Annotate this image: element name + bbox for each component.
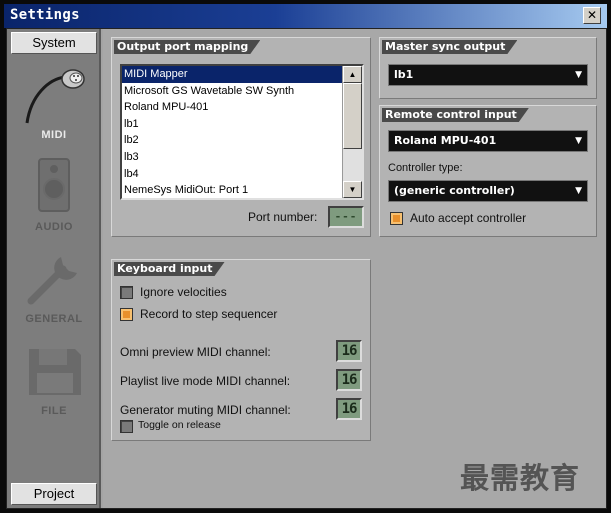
toggle-release-checkbox[interactable] <box>120 420 133 433</box>
omni-channel-display[interactable]: 16 <box>336 340 362 362</box>
list-item[interactable]: lb2 <box>122 132 362 149</box>
port-number-label: Port number: <box>248 210 318 224</box>
remote-control-title: Remote control input <box>382 108 529 122</box>
chevron-down-icon: ▼ <box>575 186 582 196</box>
window-body: System MIDI AUDIO GENERAL FILE Project O… <box>6 28 607 509</box>
list-item[interactable]: Roland MPU-401 <box>122 99 362 116</box>
project-button[interactable]: Project <box>11 483 97 505</box>
generator-channel-label: Generator muting MIDI channel: <box>120 403 291 417</box>
scroll-down-icon[interactable]: ▼ <box>343 181 362 198</box>
remote-control-panel: Remote control input Roland MPU-401 ▼ Co… <box>379 105 597 237</box>
port-number-display[interactable]: --- <box>328 206 364 228</box>
remote-input-value: Roland MPU-401 <box>394 134 497 147</box>
list-scrollbar[interactable]: ▲ ▼ <box>342 66 362 198</box>
sidebar-item-audio[interactable]: AUDIO <box>7 151 101 235</box>
list-item[interactable]: lb3 <box>122 149 362 166</box>
watermark-text: 最需教育 <box>460 461 581 495</box>
sidebar-item-label: MIDI <box>41 129 67 141</box>
ignore-velocities-label: Ignore velocities <box>140 285 227 299</box>
auto-accept-label: Auto accept controller <box>410 211 527 225</box>
category-sidebar: System MIDI AUDIO GENERAL FILE Project <box>7 29 101 508</box>
list-item[interactable]: MIDI Mapper <box>122 66 362 83</box>
scroll-up-icon[interactable]: ▲ <box>343 66 362 83</box>
master-sync-dropdown[interactable]: lb1 ▼ <box>388 64 588 86</box>
scroll-track[interactable] <box>343 149 362 181</box>
sidebar-item-file[interactable]: FILE <box>7 335 101 419</box>
sidebar-item-midi[interactable]: MIDI <box>7 59 101 143</box>
midi-plug-icon <box>25 69 85 124</box>
list-item[interactable]: Microsoft GS Wavetable SW Synth <box>122 83 362 100</box>
auto-accept-checkbox[interactable] <box>390 212 403 225</box>
title-bar[interactable]: Settings ✕ <box>4 4 607 28</box>
output-port-title: Output port mapping <box>114 40 260 54</box>
ignore-velocities-checkbox[interactable] <box>120 286 133 299</box>
master-sync-title: Master sync output <box>382 40 517 54</box>
playlist-channel-display[interactable]: 16 <box>336 369 362 391</box>
sidebar-item-label: FILE <box>41 405 67 417</box>
keyboard-input-panel: Keyboard input Ignore velocities Record … <box>111 259 371 441</box>
window-title: Settings <box>10 7 80 23</box>
keyboard-input-title: Keyboard input <box>114 262 225 276</box>
chevron-down-icon: ▼ <box>575 70 582 80</box>
output-port-list[interactable]: MIDI Mapper Microsoft GS Wavetable SW Sy… <box>120 64 364 200</box>
speaker-icon <box>38 158 70 212</box>
toggle-release-label: Toggle on release <box>138 419 221 431</box>
chevron-down-icon: ▼ <box>575 136 582 146</box>
wrench-icon <box>27 257 77 305</box>
generator-channel-display[interactable]: 16 <box>336 398 362 420</box>
master-sync-value: lb1 <box>394 68 414 81</box>
list-item[interactable]: lb1 <box>122 116 362 133</box>
floppy-disk-icon <box>29 349 81 395</box>
scroll-thumb[interactable] <box>343 83 362 149</box>
master-sync-panel: Master sync output lb1 ▼ <box>379 37 597 99</box>
remote-input-dropdown[interactable]: Roland MPU-401 ▼ <box>388 130 588 152</box>
settings-content: Output port mapping MIDI Mapper Microsof… <box>103 29 606 508</box>
playlist-channel-label: Playlist live mode MIDI channel: <box>120 374 291 388</box>
sidebar-item-label: AUDIO <box>35 221 73 233</box>
controller-type-value: (generic controller) <box>394 184 515 197</box>
record-step-checkbox[interactable] <box>120 308 133 321</box>
system-button[interactable]: System <box>11 32 97 54</box>
record-step-label: Record to step sequencer <box>140 307 278 321</box>
settings-window: Settings ✕ System MIDI AUDIO GENERAL FIL… <box>0 0 611 513</box>
list-item[interactable]: lb4 <box>122 166 362 183</box>
controller-type-dropdown[interactable]: (generic controller) ▼ <box>388 180 588 202</box>
controller-type-label: Controller type: <box>388 162 463 174</box>
list-item[interactable]: NemeSys MidiOut: Port 1 <box>122 182 362 198</box>
sidebar-item-general[interactable]: GENERAL <box>7 243 101 327</box>
close-button[interactable]: ✕ <box>583 7 601 24</box>
output-port-panel: Output port mapping MIDI Mapper Microsof… <box>111 37 371 237</box>
sidebar-item-label: GENERAL <box>25 313 83 325</box>
omni-channel-label: Omni preview MIDI channel: <box>120 345 271 359</box>
